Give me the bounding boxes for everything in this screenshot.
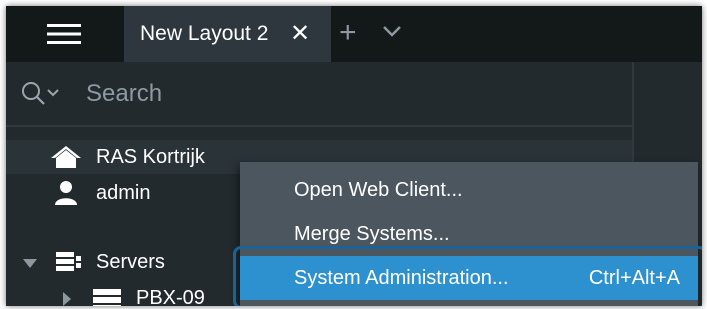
search-placeholder: Search bbox=[86, 80, 163, 107]
user-name: admin bbox=[96, 182, 151, 204]
collapse-arrow-icon[interactable] bbox=[22, 257, 38, 275]
tab-label: New Layout 2 bbox=[140, 22, 269, 45]
search-field[interactable]: Search bbox=[6, 62, 632, 127]
user-icon bbox=[54, 180, 78, 211]
menu-item-open-web-client[interactable]: Open Web Client... bbox=[240, 168, 698, 212]
close-tab-icon[interactable]: ✕ bbox=[290, 6, 310, 62]
main-menu-button[interactable] bbox=[6, 6, 122, 62]
servers-label: Servers bbox=[96, 251, 165, 273]
system-name: RAS Kortrijk bbox=[96, 146, 205, 168]
server-icon bbox=[92, 287, 122, 306]
chevron-down-icon[interactable] bbox=[382, 24, 402, 43]
expand-arrow-icon[interactable] bbox=[62, 291, 72, 306]
tab-new-layout-2[interactable]: New Layout 2 ✕ bbox=[124, 6, 331, 62]
home-icon bbox=[50, 145, 82, 174]
add-tab-button[interactable]: + bbox=[339, 6, 357, 62]
servers-icon bbox=[54, 250, 84, 279]
hamburger-menu-icon bbox=[47, 24, 81, 44]
server-name: PBX-09 bbox=[136, 287, 205, 306]
highlight-outline bbox=[233, 246, 702, 306]
tab-bar: New Layout 2 ✕ + bbox=[6, 6, 702, 62]
menu-item-label: Open Web Client... bbox=[294, 179, 463, 201]
search-icon[interactable] bbox=[20, 80, 68, 113]
app-window: New Layout 2 ✕ + Search RAS Kortrijk adm… bbox=[6, 6, 702, 306]
